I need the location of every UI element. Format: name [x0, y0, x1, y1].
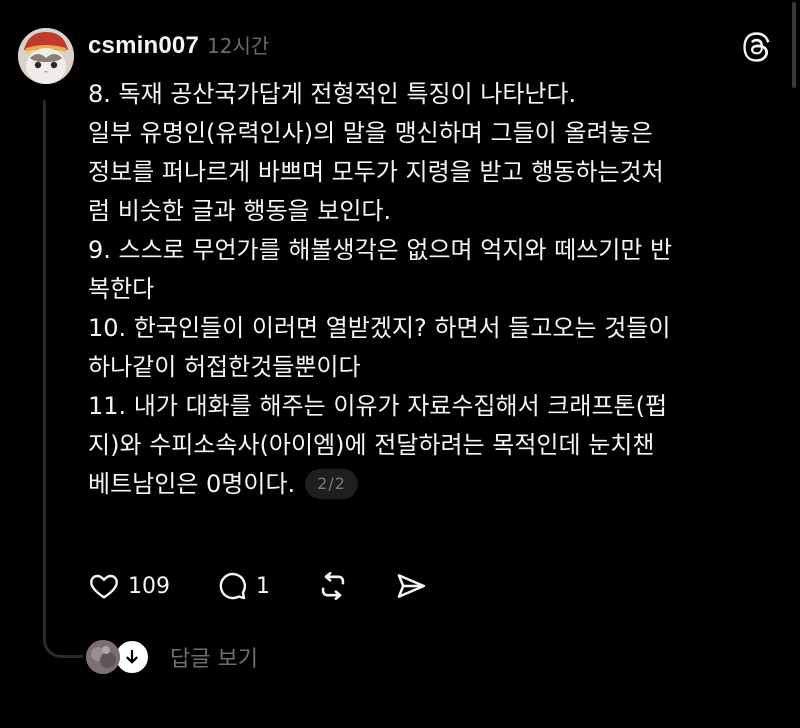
post-line: 지)와 수피소속사(아이엠)에 전달하려는 목적인데 눈치챈 [88, 431, 655, 459]
reply-button[interactable]: 1 [216, 570, 270, 602]
post-line: 11. 내가 대화를 해주는 이유가 자료수집해서 크래프톤(펍 [88, 392, 668, 420]
arrow-down-icon [126, 649, 138, 664]
post-line: 10. 한국인들이 이러면 열받겠지? 하면서 들고오는 것들이 [88, 314, 671, 342]
post-header: csmin007 12시간 [88, 30, 269, 62]
post-line-text: 베트남인은 0명이다. [88, 470, 296, 498]
post-line: 일부 유명인(유력인사)의 말을 맹신하며 그들이 올려놓은 [88, 119, 653, 147]
post-line: 9. 스스로 무언가를 해볼생각은 없으며 억지와 떼쓰기만 반 [88, 236, 673, 264]
post-text: 8. 독재 공산국가답게 전형적인 특징이 나타난다. 일부 유명인(유력인사)… [88, 75, 768, 504]
reply-count: 1 [256, 573, 270, 599]
thread-line [43, 100, 46, 620]
send-icon [397, 574, 426, 598]
scrollbar[interactable] [792, 2, 796, 88]
threads-logo-icon[interactable] [742, 32, 772, 62]
thread-connector [43, 600, 83, 658]
comment-icon [219, 572, 246, 600]
view-replies-row[interactable]: 답글 보기 [86, 637, 258, 677]
cat-avatar-image [18, 28, 74, 84]
repost-icon [321, 571, 345, 601]
post-line: 정보를 퍼나르게 바쁘며 모두가 지령을 받고 행동하는것처 [88, 158, 664, 186]
username[interactable]: csmin007 [88, 32, 199, 60]
post-line-last: 베트남인은 0명이다. 2/2 [88, 465, 768, 504]
timestamp: 12시간 [207, 34, 270, 58]
avatar[interactable] [18, 28, 74, 84]
page-indicator: 2/2 [305, 469, 358, 499]
repost-button[interactable] [316, 569, 350, 603]
like-button[interactable]: 109 [88, 570, 170, 602]
heart-icon [90, 574, 118, 599]
post-line: 8. 독재 공산국가답게 전형적인 특징이 나타난다. [88, 80, 577, 108]
post-line: 럼 비슷한 글과 행동을 보인다. [88, 197, 392, 225]
view-replies-link[interactable]: 답글 보기 [170, 641, 258, 673]
post-line: 하나같이 허접한것들뿐이다 [88, 353, 361, 381]
share-button[interactable] [394, 569, 428, 603]
replier-avatar [86, 640, 120, 674]
post-line: 복한다 [88, 275, 155, 303]
action-bar: 109 1 [88, 566, 428, 606]
like-count: 109 [128, 573, 170, 599]
